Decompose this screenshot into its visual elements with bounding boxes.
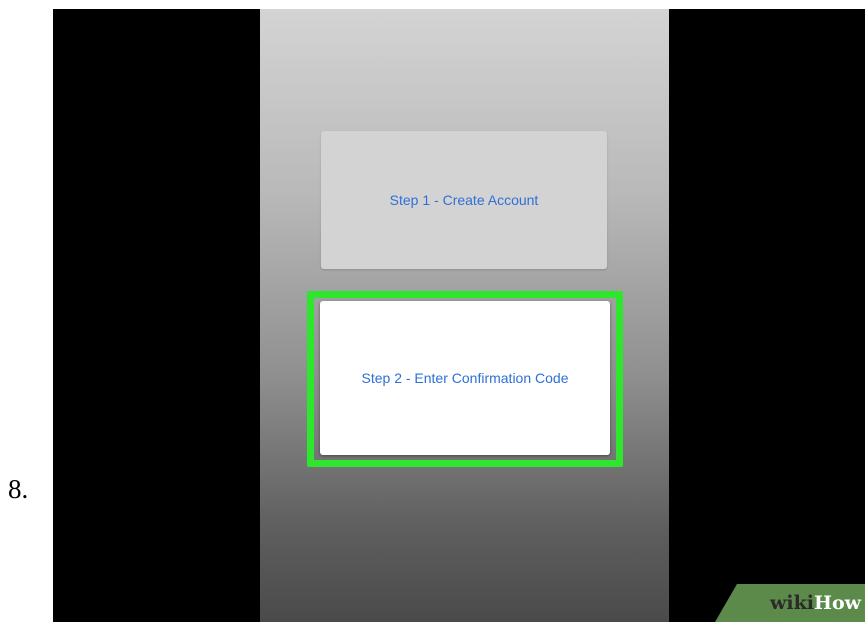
watermark-wiki: wiki (770, 592, 815, 614)
instruction-page: 8. Step 1 - Create Account Step 2 - Ente… (0, 0, 865, 622)
phone-screen: Step 1 - Create Account Step 2 - Enter C… (260, 9, 669, 622)
screenshot-frame: Step 1 - Create Account Step 2 - Enter C… (53, 9, 865, 622)
enter-confirmation-code-button[interactable]: Step 2 - Enter Confirmation Code (320, 301, 610, 455)
step-number: 8. (8, 474, 29, 504)
create-account-button[interactable]: Step 1 - Create Account (321, 131, 607, 269)
watermark-how: How (814, 592, 861, 614)
wikihow-watermark: wiki How (715, 584, 865, 622)
